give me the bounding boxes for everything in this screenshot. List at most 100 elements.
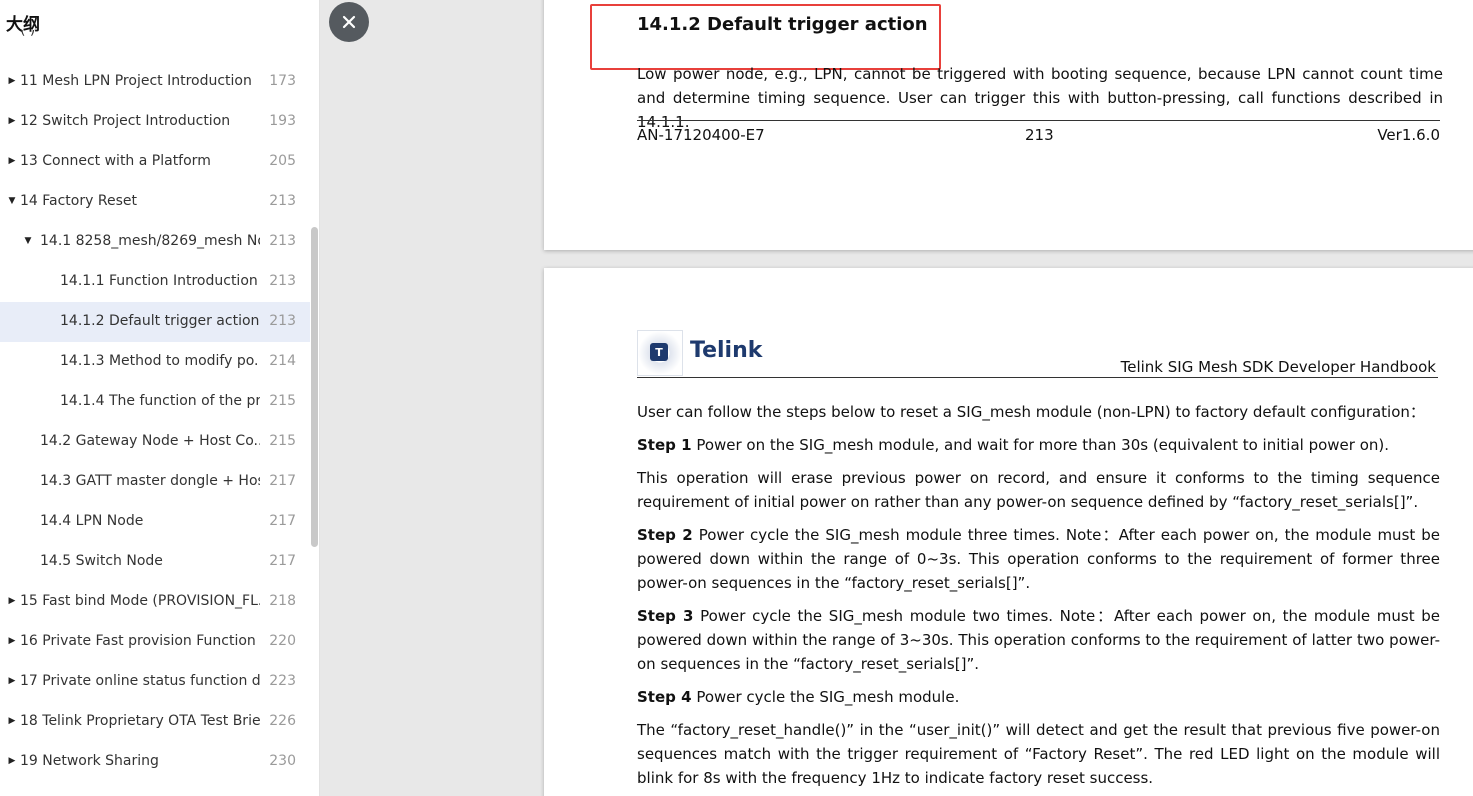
step-4: Step 4 Power cycle the SIG_mesh module. — [637, 685, 1440, 709]
outline-sidebar: 大纲 ( ) ▶ 11 Mesh LPN Project Introduction… — [0, 0, 320, 796]
outline-item-page: 215 — [269, 433, 296, 449]
outline-item-page: 213 — [269, 233, 296, 249]
outline-item[interactable]: 14.1.3 Method to modify po... 214 — [0, 342, 310, 382]
outline-item-label: 13 Connect with a Platform — [20, 153, 211, 169]
step-2-label: Step 2 — [637, 526, 693, 544]
footer-divider — [637, 120, 1440, 121]
outline-item-label: 12 Switch Project Introduction — [20, 113, 231, 129]
outline-item[interactable]: ▶ 15 Fast bind Mode (PROVISION_FL... 218 — [0, 582, 310, 622]
step-1: Step 1 Power on the SIG_mesh module, and… — [637, 433, 1440, 457]
outline-item-partial[interactable]: ( ) — [0, 30, 319, 50]
outline-item-page: 215 — [269, 393, 296, 409]
outline-item-label: 14 Factory Reset — [20, 193, 137, 209]
outline-item[interactable]: ▶ 12 Switch Project Introduction 193 — [0, 102, 310, 142]
outline-item-label: 14.3 GATT master dongle + Hos... — [40, 473, 260, 489]
outline-item[interactable]: ▶ 16 Private Fast provision Function 220 — [0, 622, 310, 662]
caret-right-icon[interactable]: ▶ — [6, 635, 18, 647]
step-4-label: Step 4 — [637, 688, 692, 706]
sidebar-scrollbar[interactable] — [311, 227, 318, 547]
document-page-213: 14.1.2 Default trigger action Low power … — [544, 0, 1473, 250]
outline-item-label: 18 Telink Proprietary OTA Test Brief — [20, 713, 260, 729]
outline-item[interactable]: ▶ 11 Mesh LPN Project Introduction 173 — [0, 62, 310, 102]
outline-item[interactable]: ▶ 18 Telink Proprietary OTA Test Brief 226 — [0, 702, 310, 742]
section-paragraph: Low power node, e.g., LPN, cannot be tri… — [637, 65, 1443, 131]
step-2-text: Power cycle the SIG_mesh module three ti… — [637, 526, 1440, 592]
telink-logo: T — [637, 330, 683, 376]
footer-doc-id: AN-17120400-E7 — [637, 126, 765, 144]
outline-item[interactable]: 14.4 LPN Node 217 — [0, 502, 310, 542]
header-divider — [637, 377, 1438, 378]
outline-item-page: 173 — [269, 73, 296, 89]
page-header-title: Telink SIG Mesh SDK Developer Handbook — [1120, 358, 1436, 376]
conclusion-paragraph: The “factory_reset_handle()” in the “use… — [637, 721, 1440, 787]
step-3-text: Power cycle the SIG_mesh module two time… — [637, 607, 1440, 673]
footer-page-number: 213 — [1025, 126, 1054, 144]
step-1-note: This operation will erase previous power… — [637, 469, 1440, 511]
pdf-reader-window: 大纲 ( ) ▶ 11 Mesh LPN Project Introduction… — [0, 0, 1473, 796]
caret-right-icon[interactable]: ▶ — [6, 75, 18, 87]
outline-item[interactable]: ▼ 14 Factory Reset 213 — [0, 182, 310, 222]
outline-item[interactable]: 14.1.4 The function of the pr... 215 — [0, 382, 310, 422]
outline-item-label: 16 Private Fast provision Function — [20, 633, 256, 649]
outline-item-page: 217 — [269, 473, 296, 489]
step-1-text: Power on the SIG_mesh module, and wait f… — [691, 436, 1390, 454]
outline-item-label: 17 Private online status function d... — [20, 673, 260, 689]
caret-right-icon[interactable]: ▶ — [6, 675, 18, 687]
outline-list: ▶ 11 Mesh LPN Project Introduction 173 ▶ 12 … — [0, 62, 310, 782]
outline-item-label: 19 Network Sharing — [20, 753, 159, 769]
outline-item[interactable]: ▶ 13 Connect with a Platform 205 — [0, 142, 310, 182]
outline-item[interactable]: 14.3 GATT master dongle + Hos... 217 — [0, 462, 310, 502]
outline-item-label: 11 Mesh LPN Project Introduction — [20, 73, 252, 89]
outline-item-page: 223 — [269, 673, 296, 689]
section-heading: 14.1.2 Default trigger action — [637, 14, 928, 35]
outline-item[interactable]: ▶ 17 Private online status function d... 2… — [0, 662, 310, 702]
caret-right-icon[interactable]: ▶ — [6, 115, 18, 127]
telink-logo-text: Telink — [690, 338, 763, 363]
telink-logo-icon: T — [650, 343, 668, 361]
caret-right-icon[interactable]: ▶ — [6, 755, 18, 767]
caret-down-icon[interactable]: ▼ — [6, 195, 18, 207]
outline-item-page: 213 — [269, 193, 296, 209]
outline-item[interactable]: ▶ 19 Network Sharing 230 — [0, 742, 310, 782]
outline-item-page: 226 — [269, 713, 296, 729]
outline-item-label: 14.1.3 Method to modify po... — [60, 353, 260, 369]
footer-version: Ver1.6.0 — [1377, 126, 1440, 144]
close-sidebar-button[interactable] — [329, 2, 369, 42]
outline-item-label: 14.1.4 The function of the pr... — [60, 393, 260, 409]
document-page-214: T Telink Telink SIG Mesh SDK Developer H… — [544, 268, 1473, 796]
outline-item[interactable]: 14.2 Gateway Node + Host Co... 215 — [0, 422, 310, 462]
outline-item-page: 214 — [269, 353, 296, 369]
step-1-label: Step 1 — [637, 436, 692, 454]
outline-item[interactable]: 14.5 Switch Node 217 — [0, 542, 310, 582]
close-icon — [342, 15, 356, 29]
caret-right-icon[interactable]: ▶ — [6, 715, 18, 727]
outline-item-page: 193 — [269, 113, 296, 129]
caret-down-icon[interactable]: ▼ — [22, 235, 34, 247]
step-3: Step 3 Power cycle the SIG_mesh module t… — [637, 604, 1440, 676]
outline-item-label: 14.2 Gateway Node + Host Co... — [40, 433, 260, 449]
outline-item-page: 230 — [269, 753, 296, 769]
outline-item-label: 14.1.2 Default trigger action — [60, 313, 260, 329]
outline-item[interactable]: ▼ 14.1 8258_mesh/8269_mesh No... 213 — [0, 222, 310, 262]
intro-paragraph: User can follow the steps below to reset… — [637, 403, 1425, 421]
outline-item-page: 205 — [269, 153, 296, 169]
outline-item-page: 220 — [269, 633, 296, 649]
caret-right-icon[interactable]: ▶ — [6, 155, 18, 167]
outline-item-label: 14.1.1 Function Introduction — [60, 273, 258, 289]
step-3-label: Step 3 — [637, 607, 694, 625]
outline-item-page: 217 — [269, 553, 296, 569]
outline-item-label: 14.4 LPN Node — [40, 513, 144, 529]
outline-item-page: 213 — [269, 273, 296, 289]
page-body: User can follow the steps below to reset… — [637, 400, 1440, 796]
outline-item-page: 218 — [269, 593, 296, 609]
outline-item-label: 15 Fast bind Mode (PROVISION_FL... — [20, 593, 260, 609]
outline-item-partial-label: ( ) — [20, 30, 36, 38]
outline-item-page: 213 — [269, 313, 296, 329]
step-4-text: Power cycle the SIG_mesh module. — [691, 688, 960, 706]
caret-right-icon[interactable]: ▶ — [6, 595, 18, 607]
outline-item-label: 14.1 8258_mesh/8269_mesh No... — [40, 233, 260, 249]
outline-item-label: 14.5 Switch Node — [40, 553, 163, 569]
outline-item[interactable]: 14.1.2 Default trigger action 213 — [0, 302, 310, 342]
step-2: Step 2 Power cycle the SIG_mesh module t… — [637, 523, 1440, 595]
outline-item[interactable]: 14.1.1 Function Introduction 213 — [0, 262, 310, 302]
